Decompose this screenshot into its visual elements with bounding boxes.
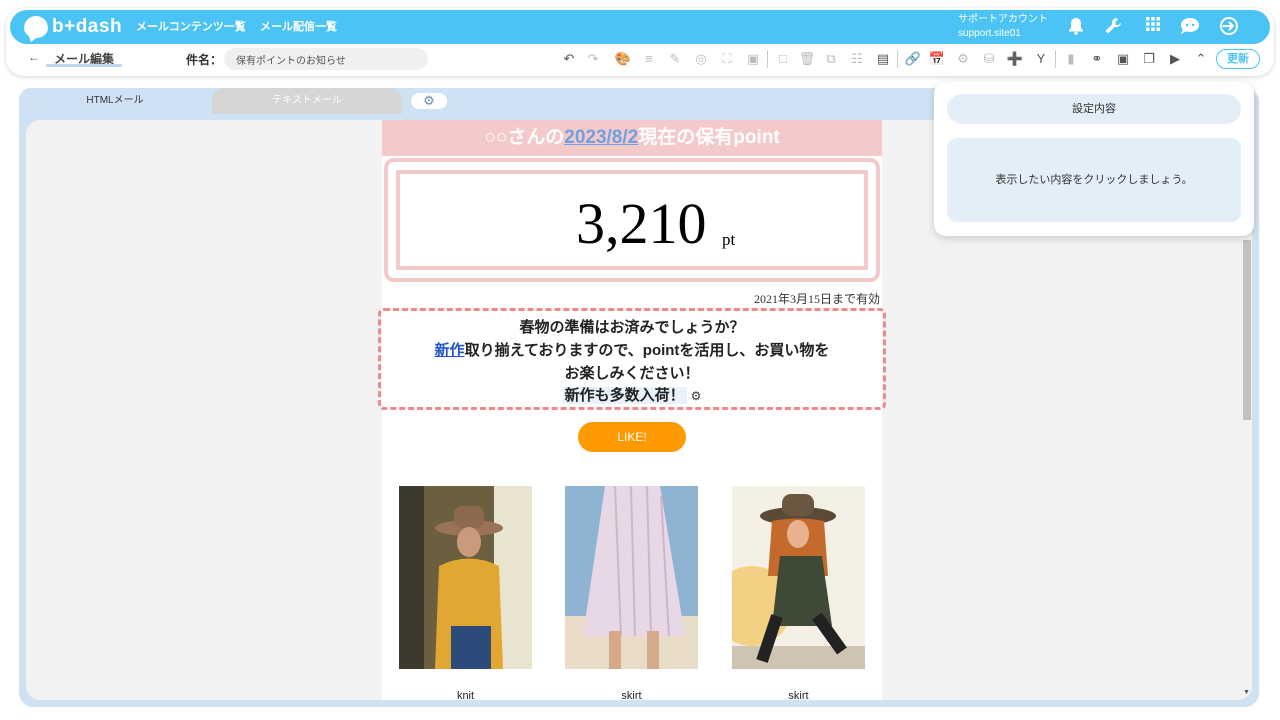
editor-toolbar: ← メール編集 件名： ↶ ↷ 🎨 ≡ ✎ ◎ ⛶ ▣ □ 🗑 ⧉ ☷ ▤ 🔗 … [10, 44, 1270, 74]
logout-icon[interactable] [1219, 17, 1239, 37]
headline-prefix: ○○さんの [484, 127, 565, 148]
expiry-date: 2021年3月15日まで有効 [753, 292, 880, 306]
bdash-logo[interactable]: b+dash [24, 14, 122, 40]
message-line-4: 新作も多数入荷！ ⚙ [381, 384, 883, 405]
message-line-2: 新作取り揃えておりますので、pointを活用し、お買い物を [381, 339, 883, 360]
product-image-skirt[interactable] [565, 486, 698, 669]
pen-icon[interactable]: ✎ [666, 50, 684, 68]
new-arrivals-link[interactable]: 新作 [435, 342, 465, 359]
settings-cogs-icon[interactable]: ⚙ [954, 50, 972, 68]
redo-icon[interactable]: ↷ [584, 50, 602, 68]
undo-icon[interactable]: ↶ [560, 50, 578, 68]
message-line-2-rest: 取り揃えておりますので、pointを活用し、お買い物を [464, 342, 830, 359]
copy-block-icon[interactable]: □ [774, 50, 792, 68]
product-image-knit[interactable] [399, 486, 532, 669]
settings-panel: 設定内容 表示したい内容をクリックしましょう。 [934, 82, 1254, 236]
fullscreen-icon[interactable]: ⛶ [718, 50, 736, 68]
points-value: 3,210 [576, 191, 707, 256]
barcode-icon[interactable]: ▮ [1062, 50, 1080, 68]
contact-card-icon[interactable]: ▣ [1114, 50, 1132, 68]
update-button[interactable]: 更新 [1216, 49, 1260, 69]
add-content-icon[interactable]: ➕ [1006, 50, 1024, 68]
preview-devices-icon[interactable]: ❐ [1140, 50, 1158, 68]
tab-text-mail[interactable]: テキストメール [212, 88, 402, 114]
link-icon[interactable]: 🔗 [904, 50, 922, 68]
selected-text[interactable]: 新作も多数入荷！ [562, 387, 687, 404]
headline-suffix: 現在の保有point [638, 127, 780, 148]
tab-html-mail[interactable]: HTMLメール [19, 88, 211, 114]
like-button[interactable]: LIKE! [578, 422, 686, 452]
toolbar-divider [1055, 50, 1056, 68]
image-icon[interactable]: ▣ [744, 50, 762, 68]
product-label-skirt-2: skirt [788, 690, 809, 700]
settings-panel-title: 設定内容 [947, 94, 1241, 124]
duplicate-icon[interactable]: ⧉ [822, 50, 840, 68]
product-image-skirt-2[interactable] [732, 486, 865, 669]
message-block[interactable]: 春物の準備はお済みでしょうか？ 新作取り揃えておりますので、pointを活用し、… [378, 308, 886, 410]
product-label-skirt: skirt [621, 690, 642, 700]
rows-icon[interactable]: ▤ [874, 50, 892, 68]
subject-input[interactable] [224, 48, 428, 70]
nav-mail-delivery[interactable]: メール配信一覧 [260, 10, 337, 44]
account-info[interactable]: サポートアカウント support.site01 [958, 13, 1048, 41]
points-inner-frame: 3,210 pt [396, 170, 868, 270]
back-arrow-icon[interactable]: ← [28, 50, 40, 64]
target-icon[interactable]: ◎ [692, 50, 710, 68]
wrench-icon[interactable] [1103, 17, 1123, 37]
collapse-chevron-icon[interactable]: ⌃ [1192, 50, 1210, 68]
headline-date[interactable]: 2023/8/2 [564, 127, 638, 148]
points-headline[interactable]: ○○さんの2023/8/2現在の保有point [382, 120, 882, 156]
product-label-knit: knit [456, 690, 475, 700]
email-preview: ○○さんの2023/8/2現在の保有point 3,210 pt 2021年3月… [378, 120, 886, 700]
points-unit: pt [722, 230, 736, 249]
text-settings-gear-icon[interactable]: ⚙ [691, 389, 702, 403]
settings-panel-body: 表示したい内容をクリックしましょう。 [947, 138, 1241, 222]
toolbar-divider [897, 50, 898, 68]
palette-icon[interactable]: 🎨 [614, 50, 632, 68]
tab-settings-gear-icon[interactable]: ⚙ [409, 91, 449, 111]
link-settings-icon[interactable]: ⚭ [1088, 50, 1106, 68]
title-underline [46, 64, 122, 67]
points-box[interactable]: 3,210 pt [384, 158, 880, 282]
toolbar-divider [767, 50, 768, 68]
nav-mail-contents[interactable]: メールコンテンツ一覧 [136, 10, 246, 44]
subject-label: 件名： [186, 53, 223, 67]
grid-menu-icon[interactable] [1143, 17, 1163, 37]
database-icon[interactable]: ⛁ [980, 50, 998, 68]
columns-icon[interactable]: ☷ [848, 50, 866, 68]
calendar-icon[interactable]: 📅 [928, 50, 946, 68]
branch-icon[interactable]: Y [1032, 50, 1050, 68]
message-line-3: お楽しみください！ [564, 365, 700, 382]
message-line-1: 春物の準備はお済みでしょうか？ [519, 319, 745, 336]
logo-bubble-icon [24, 16, 48, 38]
logo-text: b+dash [52, 16, 123, 37]
support-chat-icon[interactable] [1180, 17, 1200, 37]
top-header: b+dash メールコンテンツ一覧 メール配信一覧 サポートアカウント supp… [10, 10, 1270, 44]
text-align-icon[interactable]: ≡ [640, 50, 658, 68]
trash-icon[interactable]: 🗑 [798, 50, 816, 68]
account-label: サポートアカウント [958, 14, 1048, 25]
play-video-icon[interactable]: ▶ [1166, 50, 1184, 68]
scroll-down-arrow-icon[interactable]: ▼ [1243, 689, 1250, 696]
scroll-thumb[interactable] [1243, 240, 1251, 420]
bell-icon[interactable] [1066, 17, 1086, 37]
account-id: support.site01 [958, 28, 1021, 39]
